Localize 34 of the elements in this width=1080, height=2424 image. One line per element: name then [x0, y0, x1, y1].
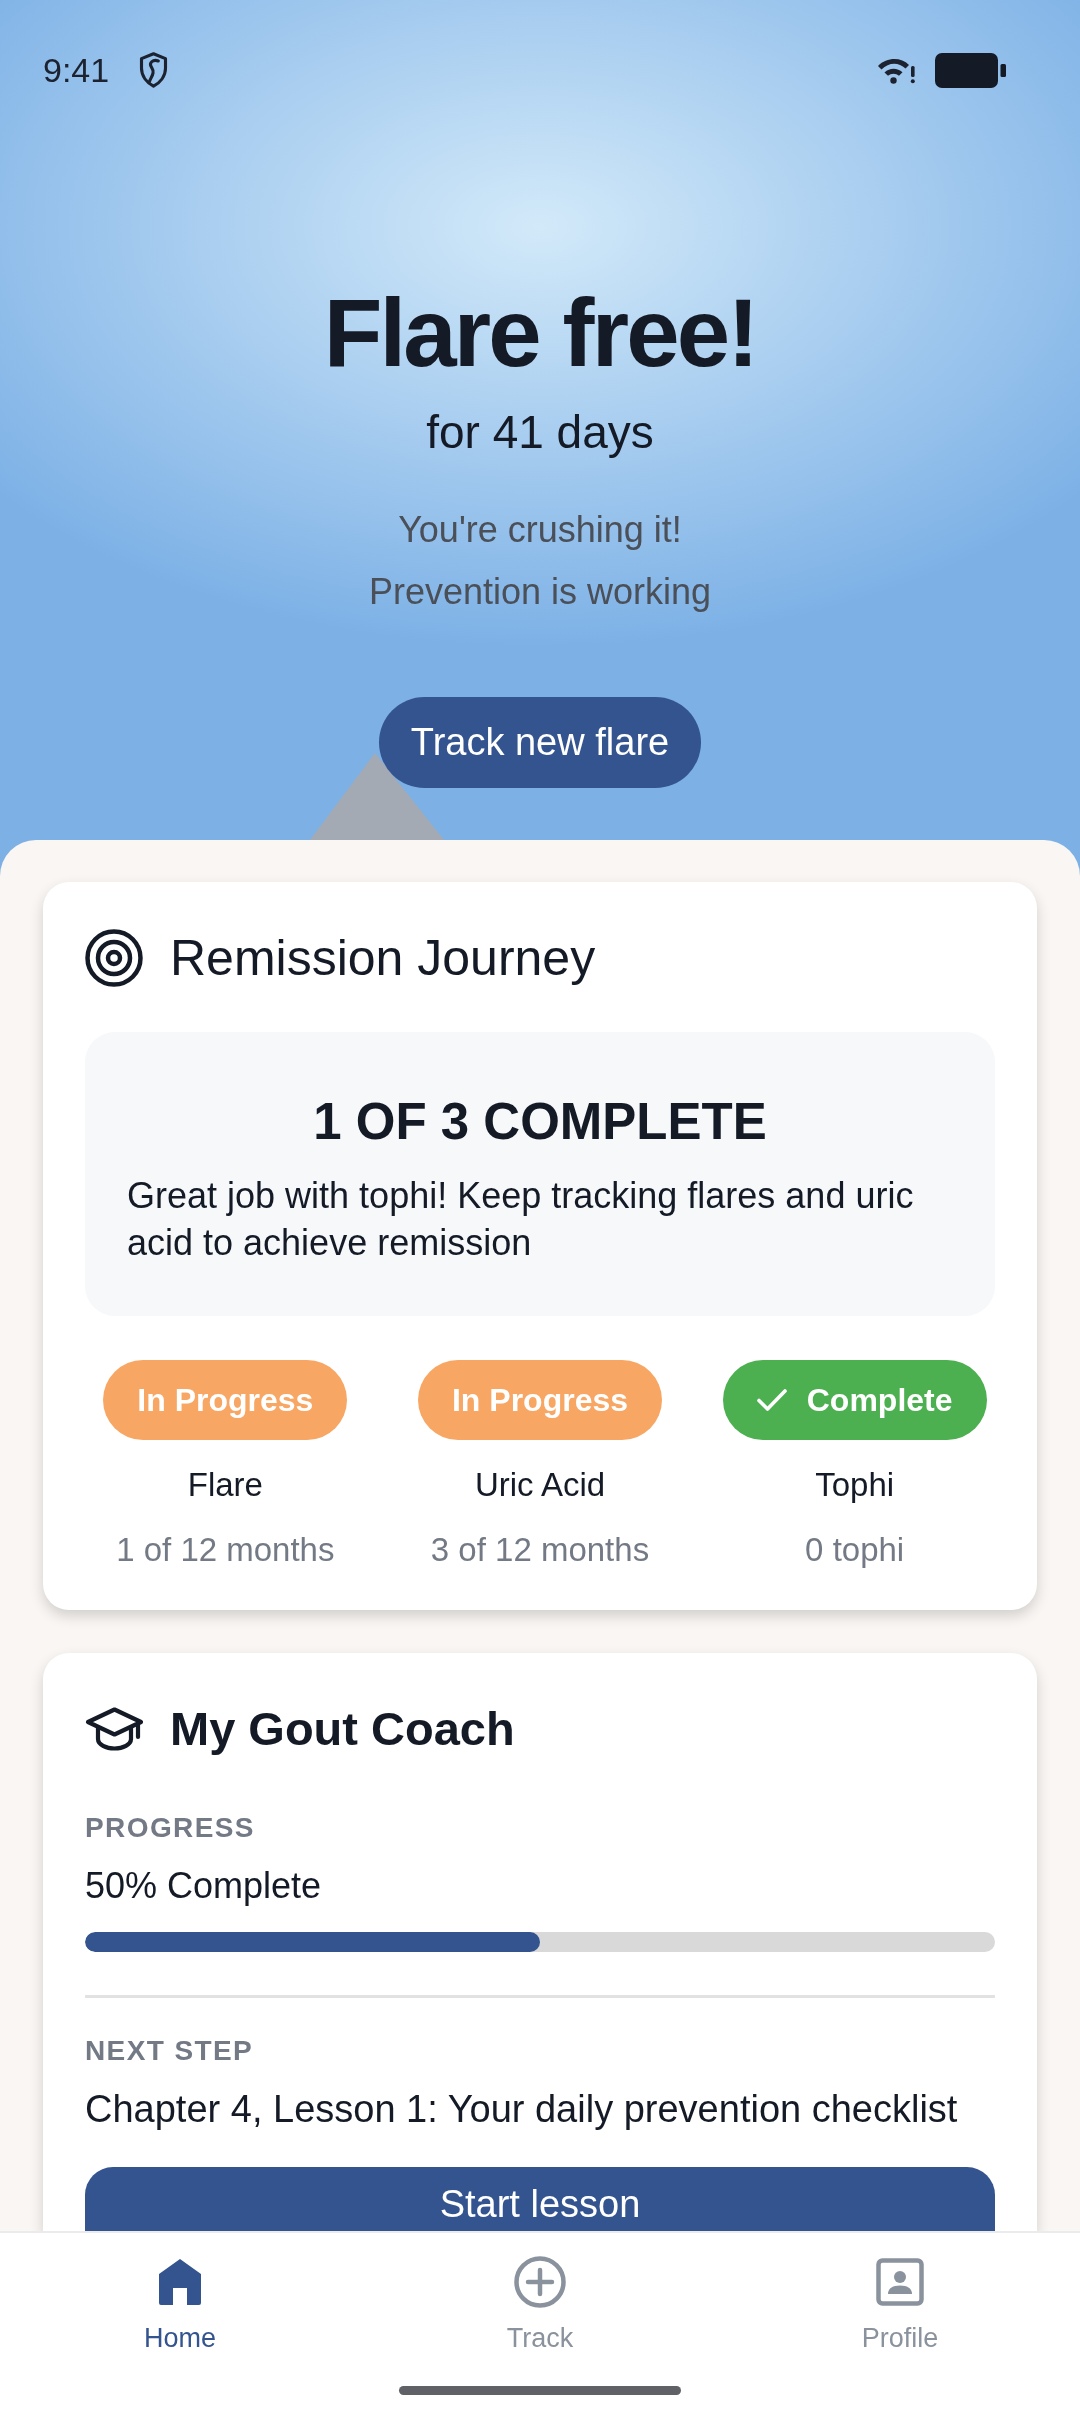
add-circle-icon [514, 2256, 566, 2308]
encouragement-text: Prevention is working [368, 570, 712, 614]
status-tag: Complete [722, 1360, 987, 1440]
status-tag: In Progress [417, 1360, 662, 1440]
hero-subtitle: for 41 days [426, 405, 654, 460]
section-label: PROGRESS [85, 1811, 256, 1845]
wifi-icon [876, 56, 916, 84]
graduation-cap-icon [85, 1707, 144, 1751]
hero-title: Flare free! [323, 278, 757, 388]
progress-text: 50% Complete [85, 1864, 323, 1908]
profile-icon [876, 2258, 924, 2306]
track-flare-button[interactable]: Track new flare [378, 697, 702, 788]
start-lesson-button[interactable]: Start lesson [85, 2167, 995, 2231]
section-label: NEXT STEP [85, 2034, 255, 2068]
summary-title: 1 OF 3 COMPLETE [312, 1092, 768, 1152]
status-tag: In Progress [103, 1360, 348, 1440]
goal-name: Tophi [815, 1465, 895, 1505]
encouragement-text: You're crushing it! [398, 508, 682, 552]
status-time: 9:41 [43, 49, 110, 91]
home-icon [157, 2258, 203, 2306]
card-title: Remission Journey [170, 928, 596, 988]
goal-name: Uric Acid [474, 1465, 606, 1505]
goal-detail: 1 of 12 months [116, 1530, 335, 1570]
next-step-text: Chapter 4, Lesson 1: Your daily prevention checklist [85, 2087, 959, 2132]
summary-text: Great job with tophi! Keep tracking flares and uric acid to achieve remission [127, 1174, 915, 1265]
goal-name: Flare [187, 1465, 263, 1505]
goal-detail: 0 tophi [805, 1530, 905, 1570]
nav-tab[interactable]: Home [144, 2256, 216, 2354]
shield-icon [139, 52, 169, 88]
target-icon [85, 929, 143, 987]
battery-icon [935, 52, 1006, 88]
goal-detail: 3 of 12 months [430, 1530, 650, 1570]
check-icon [756, 1388, 787, 1412]
card-title: My Gout Coach [170, 1700, 515, 1757]
